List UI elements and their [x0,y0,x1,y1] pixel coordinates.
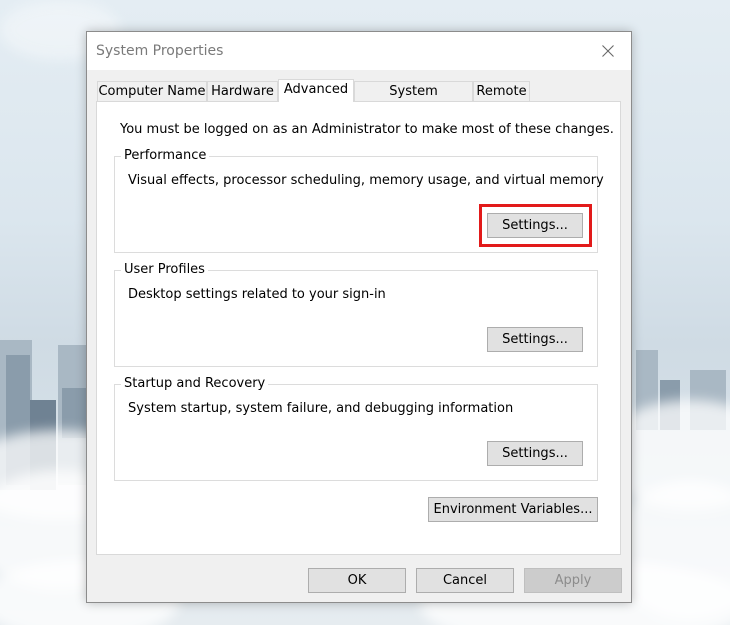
environment-variables-button[interactable]: Environment Variables... [428,497,598,522]
startup-recovery-description: System startup, system failure, and debu… [128,401,514,416]
startup-recovery-group: Startup and Recovery System startup, sys… [114,376,598,481]
startup-recovery-settings-button[interactable]: Settings... [487,441,583,466]
tab-remote[interactable]: Remote [473,81,530,101]
performance-group: Performance Visual effects, processor sc… [114,148,604,253]
performance-group-title: Performance [121,148,210,163]
tab-advanced[interactable]: Advanced [278,79,354,102]
user-profiles-group-title: User Profiles [121,262,208,277]
apply-button[interactable]: Apply [524,568,622,593]
startup-recovery-group-title: Startup and Recovery [121,376,269,391]
tab-hardware[interactable]: Hardware [207,81,278,101]
admin-notice: You must be logged on as an Administrato… [120,122,614,137]
cancel-button[interactable]: Cancel [416,568,514,593]
user-profiles-description: Desktop settings related to your sign-in [128,287,386,302]
window-title: System Properties [96,43,224,59]
user-profiles-settings-button[interactable]: Settings... [487,327,583,352]
system-properties-window: System Properties Computer Name Hardware… [86,31,632,603]
close-icon [602,45,614,57]
title-bar[interactable]: System Properties [87,32,631,70]
ok-button[interactable]: OK [308,568,406,593]
advanced-tab-panel: You must be logged on as an Administrato… [96,101,621,555]
tab-computer-name[interactable]: Computer Name [97,81,207,101]
tab-system-protection[interactable]: System Protection [354,81,473,119]
close-button[interactable] [585,32,631,70]
performance-description: Visual effects, processor scheduling, me… [128,173,604,188]
user-profiles-group: User Profiles Desktop settings related t… [114,262,598,367]
performance-settings-button[interactable]: Settings... [487,213,583,238]
